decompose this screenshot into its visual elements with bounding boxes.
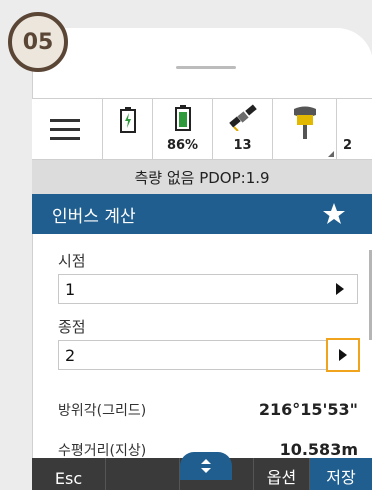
battery-status-1[interactable] [102, 99, 152, 159]
start-point-select-button[interactable] [325, 276, 355, 302]
play-arrow-icon [336, 283, 344, 295]
start-point-field[interactable]: 1 [58, 274, 358, 304]
receiver-status[interactable] [272, 99, 336, 159]
esc-button[interactable]: Esc [32, 458, 106, 490]
start-point-value: 1 [65, 279, 76, 299]
drag-handle[interactable] [176, 66, 236, 69]
end-point-value: 2 [65, 345, 76, 365]
menu-button[interactable] [46, 115, 86, 145]
store-button[interactable]: 저장 [310, 458, 372, 490]
corner-indicator [328, 151, 334, 157]
battery-percent: 86% [166, 138, 199, 153]
status-item-overflow[interactable]: 2 [336, 99, 372, 159]
end-point-field[interactable]: 2 [58, 338, 360, 372]
play-arrow-icon [339, 349, 347, 361]
satellite-count: 13 [233, 138, 252, 153]
star-icon[interactable] [322, 202, 346, 226]
battery-charging-icon [120, 107, 136, 133]
satellite-status[interactable]: 13 [212, 99, 272, 159]
azimuth-value: 216°15'53" [258, 400, 358, 419]
start-point-label: 시점 [58, 252, 86, 270]
step-number-badge: 05 [8, 12, 68, 72]
status-bar: 86% 13 2 [32, 98, 372, 160]
page-title-bar: 인버스 계산 [32, 194, 372, 234]
distance-label: 수평거리(지상) [58, 443, 147, 459]
distance-value: 10.583m [279, 440, 358, 459]
overflow-label: 2 [343, 138, 353, 153]
result-row-azimuth: 방위각(그리드) 216°15'53" [58, 400, 358, 420]
end-point-select-button[interactable] [326, 338, 360, 372]
battery-icon [175, 105, 191, 131]
page-title: 인버스 계산 [52, 206, 136, 227]
battery-status-2[interactable]: 86% [152, 99, 212, 159]
options-button[interactable]: 옵션 [254, 458, 310, 490]
azimuth-label: 방위각(그리드) [58, 403, 147, 419]
end-point-label: 종점 [58, 318, 86, 336]
gnss-receiver-icon [294, 106, 316, 139]
expand-arrows-icon [201, 459, 211, 473]
survey-info-bar: 측량 없음 PDOP:1.9 [32, 160, 372, 194]
empty-softkey-1[interactable] [106, 458, 180, 490]
expand-softkeys-button[interactable] [180, 452, 232, 480]
satellite-icon [229, 104, 257, 131]
